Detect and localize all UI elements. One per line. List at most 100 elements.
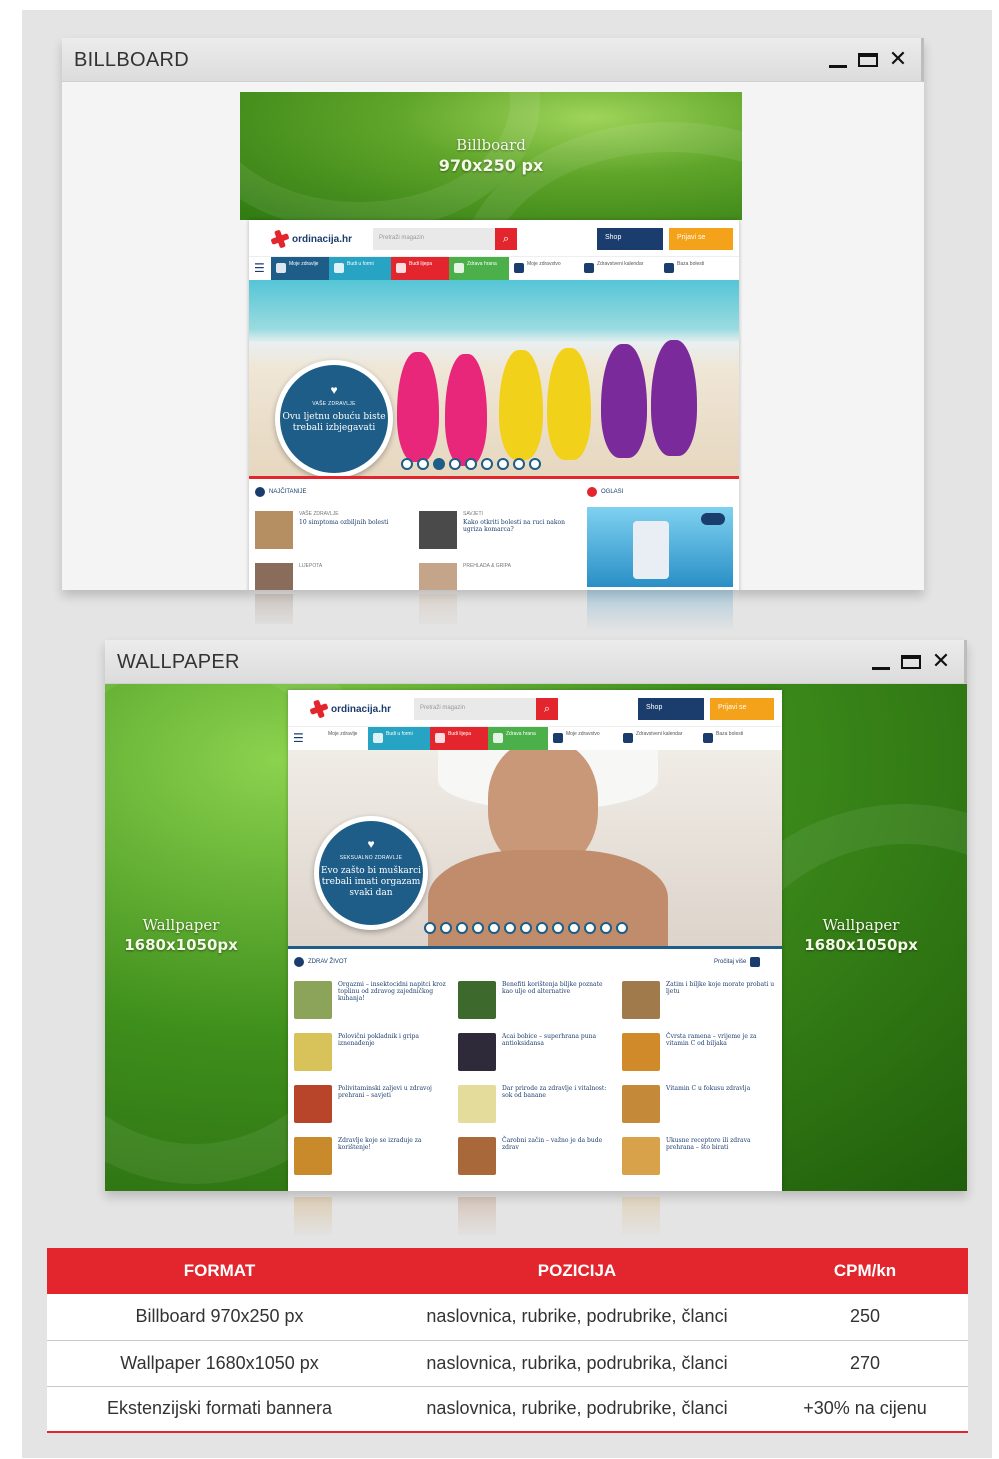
wallpaper-window: WALLPAPER ✕ Wallpaper 1680x1050px Wallpa…: [105, 640, 967, 1191]
article-thumbnail[interactable]: [419, 511, 457, 549]
search-input[interactable]: Pretraži magazin: [414, 698, 536, 720]
shop-button[interactable]: Shop: [638, 698, 704, 720]
nav-item-zdrava-hrana[interactable]: Zdrava hrana: [449, 257, 509, 281]
article-thumbnail: [458, 1137, 496, 1175]
hero-slider[interactable]: ♥ SEKSUALNO ZDRAVLJE Evo zašto bi muškar…: [288, 750, 782, 946]
window-content: Billboard 970x250 px ordinacija.hr Pretr…: [62, 82, 924, 590]
billboard-banner[interactable]: Billboard 970x250 px: [240, 92, 742, 220]
site-logo[interactable]: ordinacija.hr: [310, 700, 391, 718]
table-row: Wallpaper 1680x1050 px naslovnica, rubri…: [47, 1340, 968, 1387]
nav-item-baza-bolesti[interactable]: Baza bolesti: [659, 257, 715, 281]
table-row: Billboard 970x250 px naslovnica, rubrike…: [47, 1294, 968, 1341]
slider-dot[interactable]: [504, 922, 516, 934]
shop-button[interactable]: Shop: [597, 228, 663, 250]
slider-dot[interactable]: [456, 922, 468, 934]
close-icon[interactable]: ✕: [887, 49, 909, 71]
nav-item-budi-lijepa[interactable]: Budi lijepa: [391, 257, 449, 281]
site-header: ordinacija.hr Pretraži magazin ⌕ Shop Pr…: [249, 220, 739, 256]
window-titlebar[interactable]: BILLBOARD ✕: [62, 38, 924, 82]
site-nav: Moje zdravlje Budi u formi Budi lijepa Z…: [249, 256, 739, 281]
article-thumbnail[interactable]: [419, 563, 457, 590]
article-thumbnail[interactable]: [255, 563, 293, 590]
slider-dots: [401, 458, 541, 470]
nav-item-kalendar[interactable]: Zdravstveni kalendar: [579, 257, 659, 281]
slider-dot[interactable]: [520, 922, 532, 934]
article-title[interactable]: 10 simptoma ozbiljnih bolesti: [299, 519, 403, 526]
heart-icon: ♥: [330, 383, 338, 397]
slider-dot[interactable]: [513, 458, 525, 470]
nav-item-budi-u-formi[interactable]: Budi u formi: [368, 727, 430, 751]
slider-dot[interactable]: [600, 922, 612, 934]
close-icon[interactable]: ✕: [930, 651, 952, 673]
column-header-format: FORMAT: [47, 1248, 392, 1294]
site-preview: ordinacija.hr Pretraži magazin ⌕ Shop Pr…: [249, 220, 739, 590]
format-cell: Wallpaper 1680x1050 px: [47, 1340, 392, 1387]
content-section: NAJČITANIJE OGLASI VAŠE ZDRAVLJE 10 simp…: [249, 476, 739, 590]
slider-dot[interactable]: [472, 922, 484, 934]
slider-dot[interactable]: [481, 458, 493, 470]
search-icon[interactable]: ⌕: [536, 698, 558, 720]
maximize-icon[interactable]: [857, 49, 879, 71]
slider-dot[interactable]: [497, 458, 509, 470]
article-title[interactable]: Kako otkriti bolesti na ruci nakon ugriz…: [463, 519, 567, 533]
nav-item-zdrava-hrana[interactable]: Zdrava hrana: [488, 727, 548, 751]
wallpaper-label-right: Wallpaper 1680x1050px: [804, 916, 918, 954]
slider-dot[interactable]: [488, 922, 500, 934]
slider-dot[interactable]: [616, 922, 628, 934]
wallpaper-banner[interactable]: Wallpaper 1680x1050px Wallpaper 1680x105…: [105, 684, 967, 1191]
article-thumbnail: [622, 1085, 660, 1123]
slider-dot[interactable]: [529, 458, 541, 470]
nav-item-budi-u-formi[interactable]: Budi u formi: [329, 257, 391, 281]
nav-item-moje-zdravstvo[interactable]: Moje zdravstvo: [509, 257, 579, 281]
section-icon: [294, 957, 304, 967]
nav-item-budi-lijepa[interactable]: Budi lijepa: [430, 727, 488, 751]
slider-dot[interactable]: [552, 922, 564, 934]
nav-item-kalendar[interactable]: Zdravstveni kalendar: [618, 727, 698, 751]
slider-dot[interactable]: [536, 922, 548, 934]
article-thumbnail: [458, 1033, 496, 1071]
slider-dot[interactable]: [433, 458, 445, 470]
section-icon: [587, 487, 597, 497]
slider-dot[interactable]: [465, 458, 477, 470]
read-more-link[interactable]: Pročitaj više: [714, 957, 761, 967]
window-titlebar[interactable]: WALLPAPER ✕: [105, 640, 967, 684]
wallpaper-reflection: [288, 1191, 782, 1247]
nav-item-baza-bolesti[interactable]: Baza bolesti: [698, 727, 754, 751]
menu-icon[interactable]: [249, 257, 271, 281]
section-icon: [255, 487, 265, 497]
site-preview: ordinacija.hr Pretraži magazin ⌕ Shop Pr…: [288, 690, 782, 1191]
slider-dot[interactable]: [424, 922, 436, 934]
hero-teaser[interactable]: ♥ VAŠE ZDRAVLJE Ovu ljetnu obuću biste t…: [275, 360, 393, 476]
ad-banner[interactable]: [587, 507, 733, 587]
slider-dot[interactable]: [440, 922, 452, 934]
login-button[interactable]: Prijavi se: [710, 698, 774, 720]
slider-dot[interactable]: [584, 922, 596, 934]
hero-teaser[interactable]: ♥ SEKSUALNO ZDRAVLJE Evo zašto bi muškar…: [314, 816, 428, 930]
maximize-icon[interactable]: [900, 651, 922, 673]
pozicija-cell: naslovnica, rubrika, podrubrika, članci: [392, 1340, 762, 1387]
login-button[interactable]: Prijavi se: [669, 228, 733, 250]
nav-item-moje-zdravlje[interactable]: Moje zdravlje: [271, 257, 329, 281]
article-thumbnail[interactable]: [255, 511, 293, 549]
search-icon[interactable]: ⌕: [495, 228, 517, 250]
slider-dot[interactable]: [449, 458, 461, 470]
slider-dot[interactable]: [401, 458, 413, 470]
search-input[interactable]: Pretraži magazin: [373, 228, 495, 250]
column-header-pozicija: POZICIJA: [392, 1248, 762, 1294]
minimize-icon[interactable]: [870, 651, 892, 673]
billboard-reflection: [249, 590, 739, 638]
slider-dot[interactable]: [568, 922, 580, 934]
site-header: ordinacija.hr Pretraži magazin ⌕ Shop Pr…: [288, 690, 782, 726]
section-title-najcitanije: NAJČITANIJE: [255, 487, 307, 497]
nav-item-moje-zdravstvo[interactable]: Moje zdravstvo: [548, 727, 618, 751]
site-logo[interactable]: ordinacija.hr: [271, 230, 352, 248]
logo-cross-icon: [310, 700, 328, 718]
minimize-icon[interactable]: [827, 49, 849, 71]
cpm-cell: 250: [762, 1294, 968, 1341]
menu-icon[interactable]: [288, 727, 310, 751]
hero-slider[interactable]: ♥ VAŠE ZDRAVLJE Ovu ljetnu obuću biste t…: [249, 280, 739, 476]
slider-dots: [424, 922, 628, 934]
slider-dot[interactable]: [417, 458, 429, 470]
table-row: Ekstenzijski formati bannera naslovnica,…: [47, 1386, 968, 1433]
nav-item-moje-zdravlje[interactable]: Moje zdravlje: [310, 727, 368, 751]
